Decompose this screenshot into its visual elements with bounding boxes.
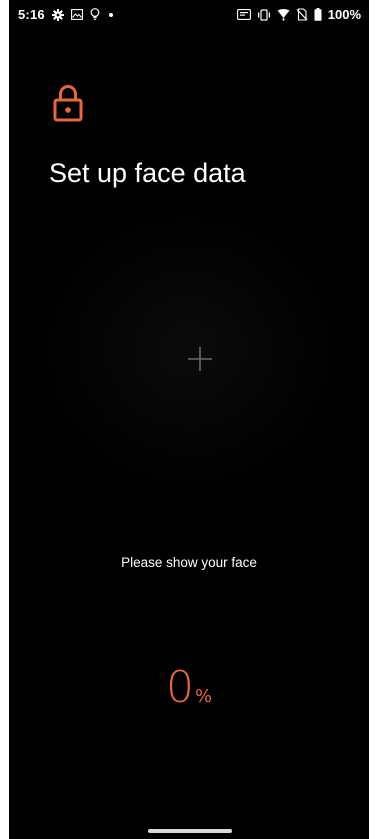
no-sim-icon xyxy=(296,8,308,21)
status-time: 5:16 xyxy=(18,7,45,22)
wifi-icon xyxy=(277,8,290,21)
progress-unit: % xyxy=(194,686,213,707)
image-icon xyxy=(70,9,83,20)
gear-icon xyxy=(51,8,64,21)
status-bar-left: 5:16 xyxy=(18,7,115,22)
status-bar: 5:16 100% xyxy=(9,0,369,30)
nfc-icon xyxy=(236,9,251,20)
battery-percentage: 100% xyxy=(327,7,361,22)
progress-indicator: 0% xyxy=(9,662,369,713)
dot-icon xyxy=(107,11,115,19)
screen: 5:16 100% Set up face data Please show y… xyxy=(9,0,369,839)
page-title: Set up face data xyxy=(49,158,246,188)
lock-icon xyxy=(53,84,83,122)
gesture-nav-handle[interactable] xyxy=(148,829,232,833)
instruction-text: Please show your face xyxy=(121,555,257,570)
crosshair-icon xyxy=(187,346,213,372)
lightbulb-icon xyxy=(90,8,100,21)
battery-icon xyxy=(314,8,322,21)
status-bar-right: 100% xyxy=(236,7,361,22)
vibrate-icon xyxy=(257,8,271,21)
progress-value: 0 xyxy=(165,662,194,713)
